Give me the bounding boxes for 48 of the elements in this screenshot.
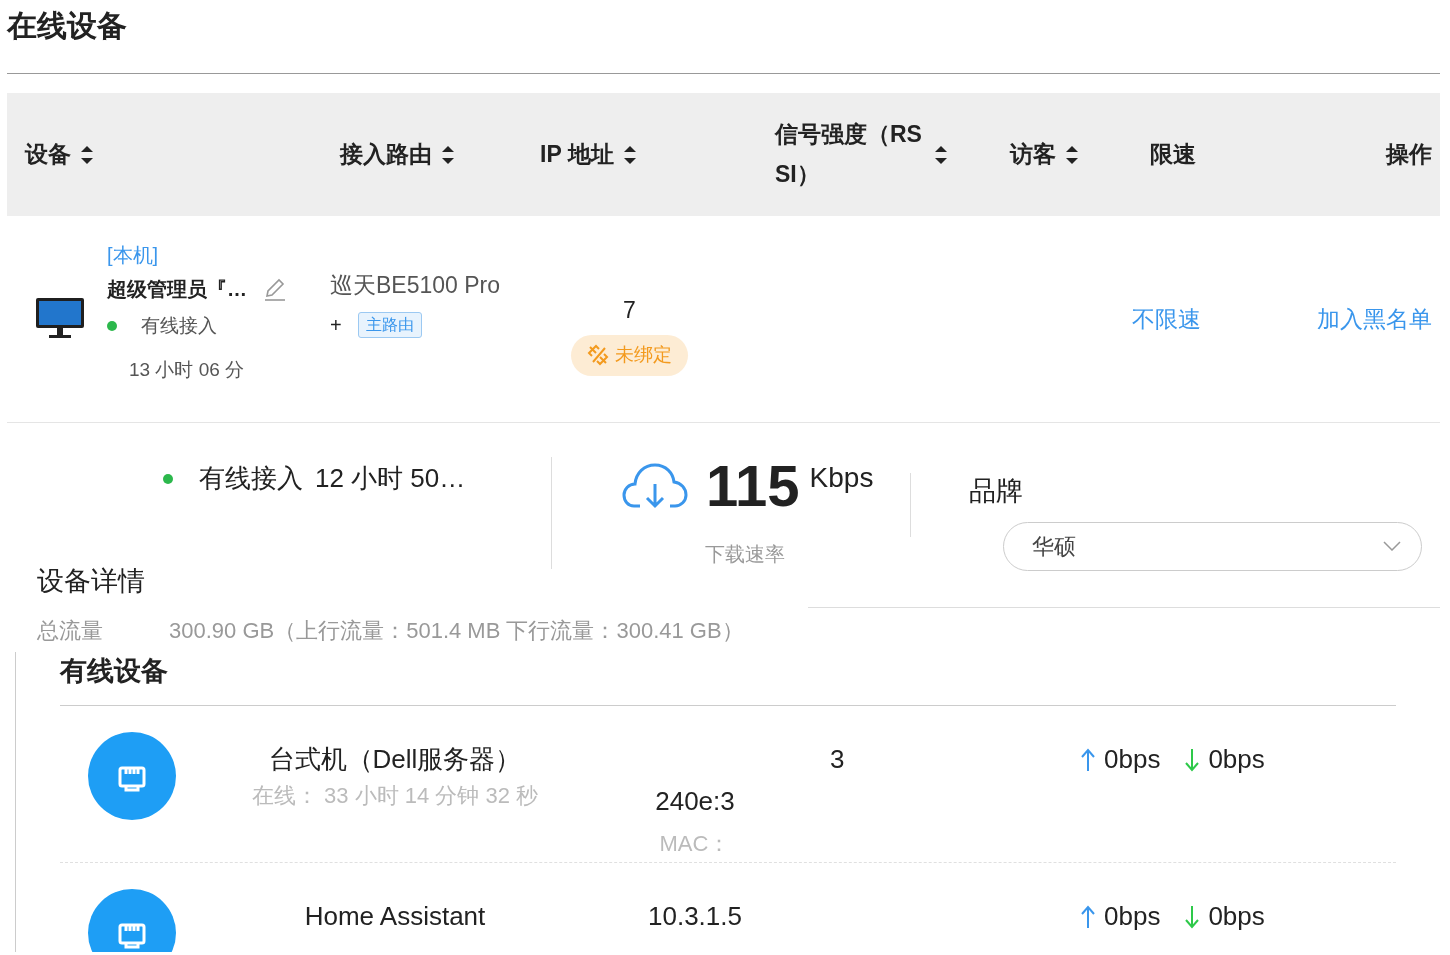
page-title: 在线设备 xyxy=(7,0,1440,74)
device-name: Home Assistant xyxy=(303,900,487,933)
unbound-badge: 未绑定 xyxy=(571,335,688,376)
port-number: 3 xyxy=(830,744,845,774)
total-traffic-label: 总流量 xyxy=(37,616,103,645)
download-unit: Kbps xyxy=(809,461,874,495)
online-time: 12 小时 50… xyxy=(315,462,466,495)
brand-label: 品牌 xyxy=(969,475,1024,508)
arrow-up-icon xyxy=(1080,905,1096,929)
column-header[interactable]: IP 地址 xyxy=(540,137,614,172)
download-rate: 0bps xyxy=(1208,743,1265,776)
download-rate: 0bps xyxy=(1208,900,1265,933)
unlink-icon xyxy=(587,344,609,367)
column-header[interactable]: 接入路由 xyxy=(340,137,432,172)
arrow-down-icon xyxy=(1184,905,1201,929)
mac-label: MAC： xyxy=(658,830,732,858)
chevron-down-icon xyxy=(1383,541,1401,551)
column-header[interactable]: 信号强度（RSSI） xyxy=(775,115,925,194)
edit-icon xyxy=(263,276,287,301)
add-symbol: + xyxy=(330,313,342,339)
status-dot xyxy=(107,320,117,331)
connection-type: 有线接入 xyxy=(141,313,217,338)
column-header[interactable]: 访客 xyxy=(1010,137,1056,172)
section-title: 有线设备 xyxy=(60,652,1396,706)
download-cloud-icon xyxy=(622,462,688,510)
ip-address: 240e:3 xyxy=(654,785,736,818)
upload-rate: 0bps xyxy=(1104,900,1161,933)
router-tag: 主路由 xyxy=(357,312,422,339)
ip-value: 7 xyxy=(623,295,636,325)
ip-address: 10.3.1.5 xyxy=(647,900,743,933)
online-duration: 在线： 33 小时 14 分钟 32 秒 xyxy=(250,782,540,810)
column-header[interactable]: 限速 xyxy=(1150,137,1196,172)
column-header[interactable]: 设备 xyxy=(25,137,71,172)
upload-rate: 0bps xyxy=(1104,743,1161,776)
connection-type: 有线接入 xyxy=(199,462,303,495)
arrow-down-icon xyxy=(1184,748,1201,772)
device-name: 超级管理员『… xyxy=(107,276,247,302)
device-name: 台式机（Dell服务器） xyxy=(267,743,523,776)
total-traffic-value: 300.90 GB（上行流量：501.4 MB 下行流量：300.41 GB） xyxy=(169,616,744,645)
download-label: 下载速率 xyxy=(705,542,786,567)
details-title: 设备详情 xyxy=(37,565,146,598)
status-dot xyxy=(163,473,173,484)
download-value: 115 xyxy=(706,457,800,515)
column-header[interactable]: 操作 xyxy=(1386,137,1432,172)
online-time: 13 小时 06 分 xyxy=(129,358,246,382)
arrow-up-icon xyxy=(1080,748,1096,772)
monitor-icon xyxy=(35,297,85,341)
router-name: 巡天BE5100 Pro xyxy=(330,270,502,300)
